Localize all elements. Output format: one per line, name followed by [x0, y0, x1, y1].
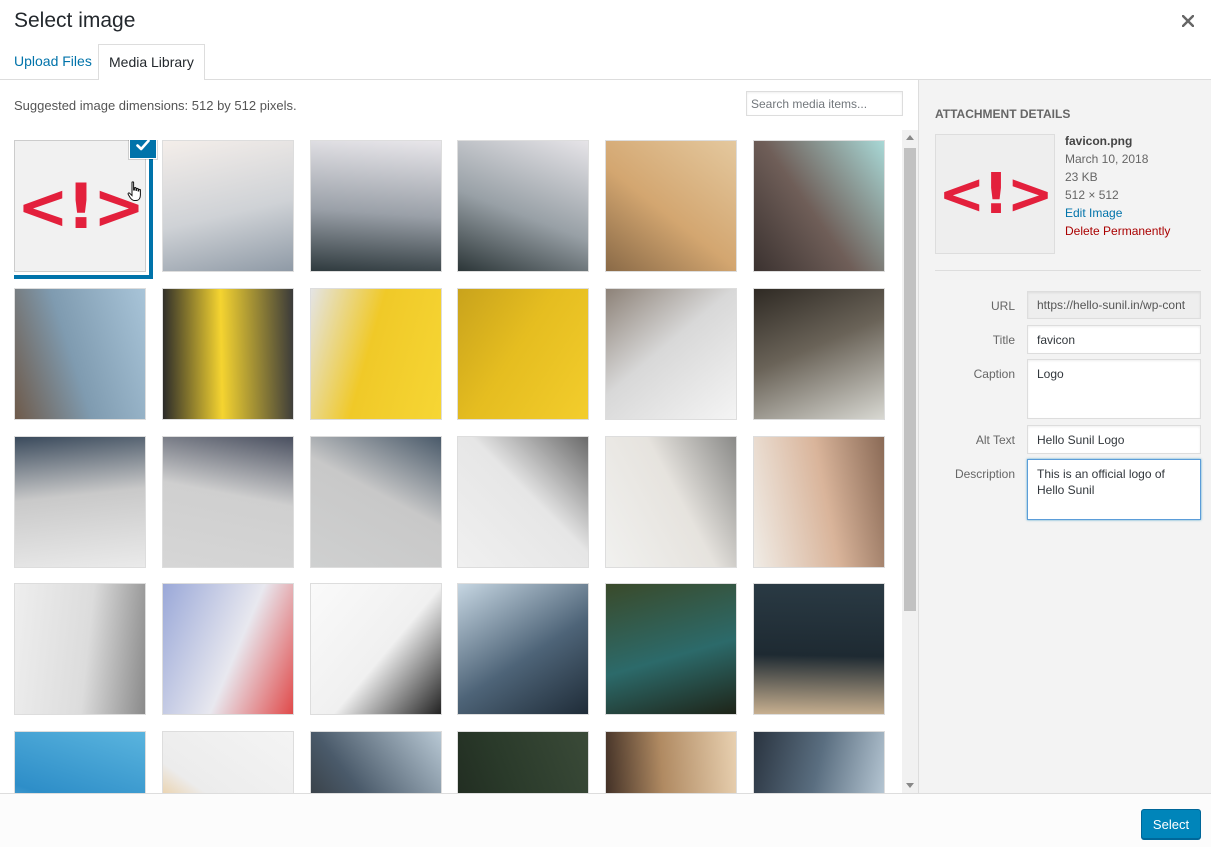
- media-modal: Select image Upload Files Media Library …: [0, 0, 1211, 847]
- media-item-workshop-table[interactable]: [753, 436, 885, 568]
- tab-media-library[interactable]: Media Library: [98, 44, 205, 81]
- media-item-misty-mountain-2[interactable]: [457, 140, 589, 272]
- media-item-burger[interactable]: [162, 731, 294, 793]
- divider: [935, 270, 1201, 271]
- media-item-favicon-logo[interactable]: <!>: [14, 140, 146, 272]
- delete-permanently-link[interactable]: Delete Permanently: [1065, 222, 1205, 240]
- media-item-yellow-website[interactable]: [310, 288, 442, 420]
- description-field[interactable]: [1027, 459, 1201, 520]
- title-field[interactable]: [1027, 325, 1201, 354]
- select-button[interactable]: Select: [1141, 809, 1201, 839]
- media-item-smiling-woman[interactable]: [162, 436, 294, 568]
- media-item-forest[interactable]: [457, 731, 589, 793]
- grid-scrollbar[interactable]: [902, 130, 918, 793]
- file-name: favicon.png: [1065, 134, 1133, 148]
- modal-footer: Select: [0, 793, 1211, 847]
- hand-cursor-icon: [127, 181, 141, 201]
- alt-text-field[interactable]: [1027, 425, 1201, 454]
- file-meta: favicon.png March 10, 2018 23 KB 512 × 5…: [1065, 132, 1205, 240]
- media-item-dark-food[interactable]: [753, 583, 885, 715]
- media-item-ribbons-buns[interactable]: [457, 288, 589, 420]
- close-button[interactable]: [1175, 6, 1201, 36]
- media-item-tall-buildings[interactable]: [753, 731, 885, 793]
- tab-bar: Upload Files Media Library: [0, 44, 1211, 81]
- search-input[interactable]: [746, 91, 903, 116]
- media-item-couple-bench[interactable]: [605, 140, 737, 272]
- media-item-gillian-logos[interactable]: [310, 583, 442, 715]
- attachments-grid: <!>: [14, 140, 894, 793]
- file-size: 23 KB: [1065, 170, 1098, 184]
- media-item-office-meeting[interactable]: [753, 288, 885, 420]
- file-dimensions: 512 × 512: [1065, 188, 1119, 202]
- media-item-gillian-fog[interactable]: [14, 288, 146, 420]
- edit-image-link[interactable]: Edit Image: [1065, 204, 1205, 222]
- attachment-details-sidebar: Attachment Details <!> favicon.png March…: [918, 80, 1211, 793]
- media-item-vintage-car[interactable]: [605, 583, 737, 715]
- modal-title: Select image: [14, 9, 136, 32]
- caption-field[interactable]: [1027, 359, 1201, 419]
- media-item-mobile-screens[interactable]: [162, 288, 294, 420]
- media-item-curved-building[interactable]: [753, 140, 885, 272]
- url-label: URL: [990, 299, 1015, 313]
- url-field[interactable]: [1027, 291, 1201, 319]
- description-label: Description: [954, 467, 1015, 481]
- media-item-white-room[interactable]: [605, 436, 737, 568]
- media-item-restaurant-glasses[interactable]: [605, 731, 737, 793]
- media-item-chairs-table[interactable]: [14, 583, 146, 715]
- media-item-rocky-coast[interactable]: [310, 731, 442, 793]
- media-item-phone-desk[interactable]: [457, 436, 589, 568]
- tab-upload-files[interactable]: Upload Files: [4, 44, 102, 80]
- checkmark-icon: [136, 140, 150, 151]
- title-label: Title: [992, 333, 1015, 347]
- suggested-dimensions: Suggested image dimensions: 512 by 512 p…: [14, 98, 297, 113]
- details-heading: Attachment Details: [935, 107, 1071, 121]
- media-item-blue-sky[interactable]: [14, 731, 146, 793]
- details-thumbnail: <!>: [935, 134, 1055, 254]
- caption-label: Caption: [973, 367, 1015, 381]
- scroll-thumb[interactable]: [904, 148, 916, 611]
- favicon-logo-image: <!>: [16, 169, 145, 243]
- media-item-pen-paper[interactable]: [162, 140, 294, 272]
- media-item-city-buildings[interactable]: [457, 583, 589, 715]
- upload-date: March 10, 2018: [1065, 152, 1149, 166]
- close-icon: [1182, 15, 1194, 27]
- media-item-smiling-man[interactable]: [14, 436, 146, 568]
- alt-text-label: Alt Text: [975, 433, 1015, 447]
- media-item-stationery-mockup[interactable]: [162, 583, 294, 715]
- media-item-coins-jar[interactable]: [605, 288, 737, 420]
- media-item-misty-mountain-1[interactable]: [310, 140, 442, 272]
- scroll-up-icon[interactable]: [906, 135, 914, 140]
- scroll-down-icon[interactable]: [906, 783, 914, 788]
- media-item-bearded-man[interactable]: [310, 436, 442, 568]
- selected-check-button[interactable]: [130, 140, 156, 158]
- favicon-logo-preview: <!>: [938, 161, 1053, 227]
